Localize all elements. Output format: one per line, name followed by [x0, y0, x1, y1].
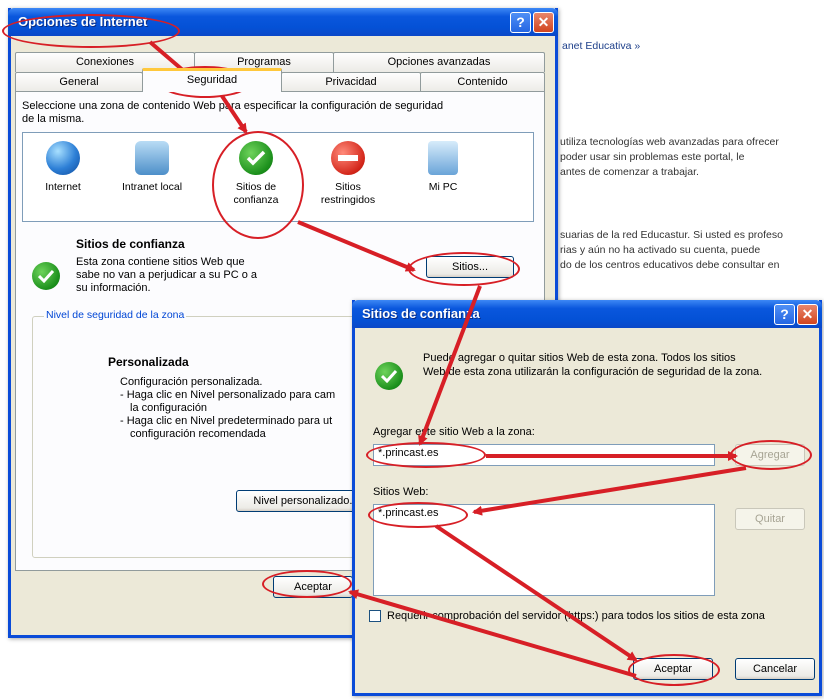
- arrow-tab-to-zone: [220, 94, 248, 134]
- annotation-arrows: [148, 40, 747, 678]
- arrow-site-to-ok: [434, 524, 638, 662]
- arrow-sitios-to-input: [418, 285, 482, 446]
- arrow-ok-to-ok: [348, 589, 637, 678]
- tab-seguridad[interactable]: Seguridad: [142, 68, 282, 92]
- arrow-zone-to-sitios: [297, 220, 416, 272]
- arrow-add-to-site: [472, 466, 747, 516]
